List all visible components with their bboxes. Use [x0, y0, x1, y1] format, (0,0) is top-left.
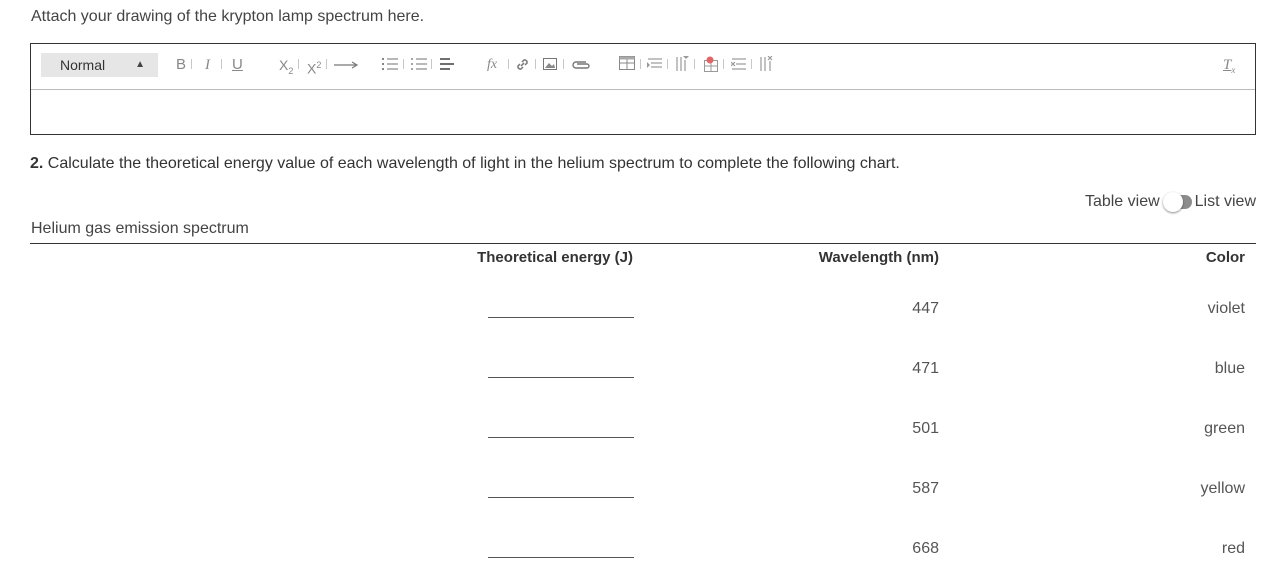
delete-table-icon[interactable] — [703, 56, 719, 76]
bold-icon[interactable]: B — [176, 55, 186, 75]
list-view-label: List view — [1194, 193, 1256, 210]
subscript-icon[interactable]: X2 — [279, 55, 293, 76]
insert-column-icon[interactable] — [675, 56, 690, 76]
header-color: Color — [1205, 249, 1245, 266]
table-caption: Helium gas emission spectrum — [31, 220, 249, 237]
align-icon[interactable] — [439, 57, 455, 77]
attach-prompt: Attach your drawing of the krypton lamp … — [31, 8, 425, 25]
wavelength-cell: 501 — [912, 420, 939, 437]
toggle-knob[interactable] — [1162, 192, 1183, 212]
toolbar-separator — [667, 59, 668, 69]
link-icon[interactable] — [515, 57, 530, 77]
image-icon[interactable] — [543, 58, 557, 78]
header-wavelength: Wavelength (nm) — [818, 249, 939, 266]
bullet-list-icon[interactable] — [411, 57, 427, 77]
table-row: 447 violet — [30, 281, 1256, 341]
toolbar-separator — [326, 59, 327, 69]
superscript-icon[interactable]: X2 — [307, 55, 321, 77]
rich-text-editor[interactable]: Normal ▲ B I U X2 X2 fx Tx — [30, 43, 1256, 135]
wavelength-cell: 447 — [912, 300, 939, 317]
toolbar-separator — [508, 59, 509, 69]
wavelength-cell: 587 — [912, 480, 939, 497]
question-number: 2. — [30, 155, 44, 172]
table-row: 471 blue — [30, 341, 1256, 401]
color-cell: violet — [1207, 300, 1245, 317]
wavelength-cell: 471 — [912, 360, 939, 377]
energy-answer-input[interactable] — [488, 497, 634, 498]
toolbar-separator — [751, 59, 752, 69]
toolbar-separator — [563, 59, 564, 69]
toolbar-separator — [640, 59, 641, 69]
view-toggle-switch[interactable] — [1162, 192, 1192, 212]
energy-answer-input[interactable] — [488, 317, 634, 318]
table-row: 587 yellow — [30, 461, 1256, 521]
editor-toolbar: Normal ▲ B I U X2 X2 fx Tx — [31, 44, 1255, 90]
table-header-rule — [30, 243, 1256, 244]
toolbar-separator — [191, 59, 192, 69]
delete-column-icon[interactable] — [759, 56, 774, 76]
formula-icon[interactable]: fx — [487, 55, 497, 75]
question-text: Calculate the theoretical energy value o… — [47, 155, 900, 172]
ordered-list-icon[interactable] — [382, 57, 398, 77]
color-cell: red — [1221, 540, 1245, 557]
color-cell: blue — [1214, 360, 1245, 377]
table-row: 501 green — [30, 401, 1256, 461]
color-cell: yellow — [1200, 480, 1245, 497]
select-arrows-icon: ▲ — [135, 59, 145, 70]
table-row: 668 red — [30, 521, 1256, 581]
italic-icon[interactable]: I — [205, 55, 210, 75]
toolbar-separator — [694, 59, 695, 69]
format-select-value: Normal — [60, 57, 106, 73]
insert-row-icon[interactable] — [647, 57, 662, 77]
delete-row-icon[interactable] — [731, 57, 746, 77]
arrow-icon[interactable] — [333, 60, 359, 80]
toolbar-separator — [431, 59, 432, 69]
question-2: 2. Calculate the theoretical energy valu… — [30, 155, 900, 173]
wavelength-cell: 668 — [912, 540, 939, 557]
attachment-icon[interactable] — [571, 59, 591, 79]
toolbar-separator — [403, 59, 404, 69]
view-toggle: Table view List view — [1084, 192, 1256, 212]
editor-body[interactable] — [31, 91, 1255, 135]
underline-icon[interactable]: U — [232, 55, 243, 75]
clear-format-icon[interactable]: Tx — [1223, 55, 1235, 75]
header-theoretical-energy: Theoretical energy (J) — [477, 249, 633, 266]
table-view-label: Table view — [1084, 193, 1160, 210]
table-icon[interactable] — [619, 56, 635, 76]
toolbar-separator — [535, 59, 536, 69]
color-cell: green — [1204, 420, 1245, 437]
energy-answer-input[interactable] — [488, 557, 634, 558]
energy-answer-input[interactable] — [488, 377, 634, 378]
paragraph-format-select[interactable]: Normal ▲ — [41, 53, 158, 77]
toolbar-separator — [221, 59, 222, 69]
toolbar-separator — [723, 59, 724, 69]
toolbar-separator — [298, 59, 299, 69]
energy-answer-input[interactable] — [488, 437, 634, 438]
